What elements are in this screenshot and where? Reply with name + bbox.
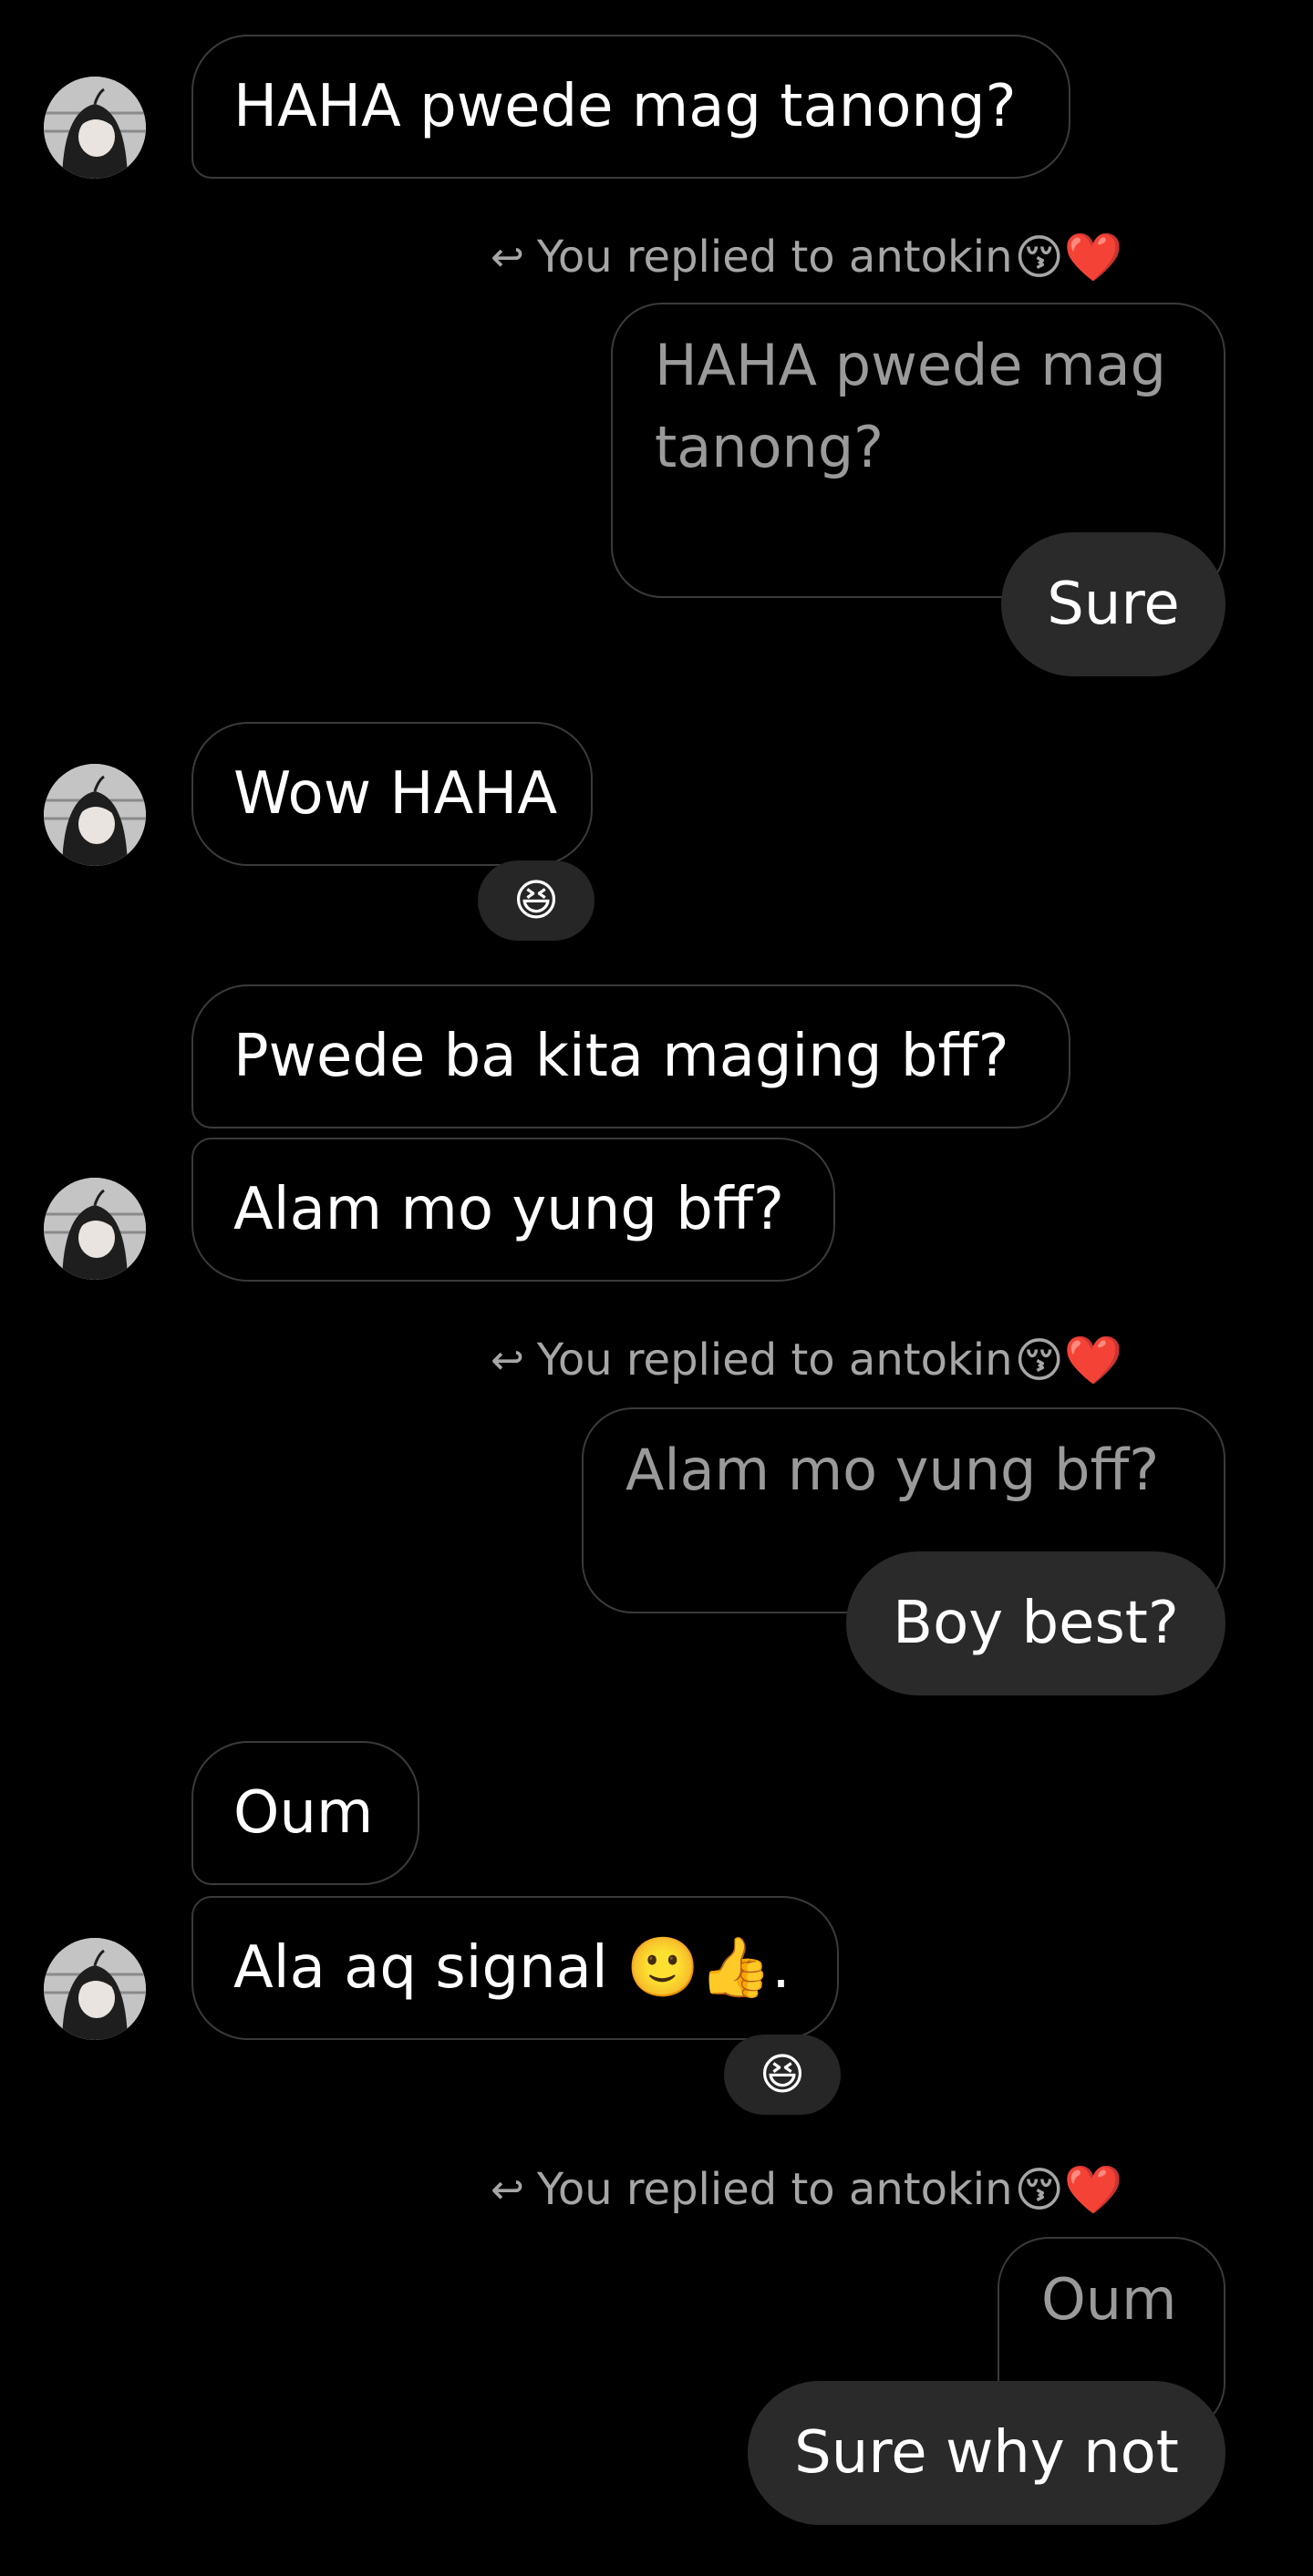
contact-avatar[interactable]	[44, 1938, 146, 2040]
message-bubble[interactable]: Pwede ba kita maging bff?	[191, 984, 1070, 1128]
anime-girl-avatar-icon	[44, 1178, 146, 1280]
reply-header: ↩ You replied to antokin 😚❤️	[491, 2160, 1122, 2219]
message-text: Pwede ba kita maging bff?	[233, 1023, 1009, 1090]
reaction-emoji: 😆	[512, 875, 560, 926]
reaction-badge[interactable]: 😆	[478, 860, 594, 941]
reply-header: ↩ You replied to antokin 😚❤️	[491, 228, 1122, 286]
contact-emoji: 😚❤️	[1014, 1333, 1123, 1388]
anime-girl-avatar-icon	[44, 1938, 146, 2040]
contact-avatar[interactable]	[44, 764, 146, 866]
message-bubble[interactable]: HAHA pwede mag tanong?	[191, 35, 1070, 179]
message-text: Ala aq signal 🙂👍.	[233, 1934, 791, 2002]
contact-emoji: 😚❤️	[1014, 2162, 1123, 2218]
message-bubble[interactable]: Oum	[191, 1741, 419, 1885]
message-text: Sure	[1047, 571, 1180, 638]
message-bubble[interactable]: Wow HAHA	[191, 722, 593, 866]
quoted-text: HAHA pwede mag tanong?	[655, 332, 1166, 480]
message-bubble[interactable]: Ala aq signal 🙂👍.	[191, 1896, 839, 2040]
message-bubble[interactable]: Alam mo yung bff?	[191, 1138, 835, 1282]
reply-label: You replied to antokin	[536, 232, 1013, 283]
message-text: Boy best?	[893, 1590, 1179, 1657]
contact-avatar[interactable]	[44, 77, 146, 179]
reaction-badge[interactable]: 😆	[724, 2035, 841, 2115]
message-text: Oum	[233, 1779, 374, 1847]
anime-girl-avatar-icon	[44, 77, 146, 179]
my-message-bubble[interactable]: Sure why not	[748, 2381, 1225, 2525]
message-text: Wow HAHA	[233, 760, 558, 828]
my-message-bubble[interactable]: Sure	[1001, 532, 1225, 676]
reply-label: You replied to antokin	[536, 2164, 1013, 2215]
reply-arrow-icon: ↩	[491, 2166, 524, 2213]
reply-label: You replied to antokin	[536, 1334, 1013, 1386]
message-text: Sure why not	[794, 2419, 1179, 2487]
contact-emoji: 😚❤️	[1014, 230, 1123, 285]
reply-arrow-icon: ↩	[491, 1336, 524, 1384]
my-message-bubble[interactable]: Boy best?	[846, 1551, 1225, 1695]
reply-header: ↩ You replied to antokin 😚❤️	[491, 1331, 1122, 1389]
reaction-emoji: 😆	[759, 2049, 806, 2100]
quoted-text: Alam mo yung bff?	[625, 1437, 1160, 1503]
message-text: HAHA pwede mag tanong?	[233, 73, 1017, 140]
anime-girl-avatar-icon	[44, 764, 146, 866]
quoted-text: Oum	[1041, 2266, 1177, 2333]
contact-avatar[interactable]	[44, 1178, 146, 1280]
message-text: Alam mo yung bff?	[233, 1176, 784, 1243]
reply-arrow-icon: ↩	[491, 233, 524, 281]
